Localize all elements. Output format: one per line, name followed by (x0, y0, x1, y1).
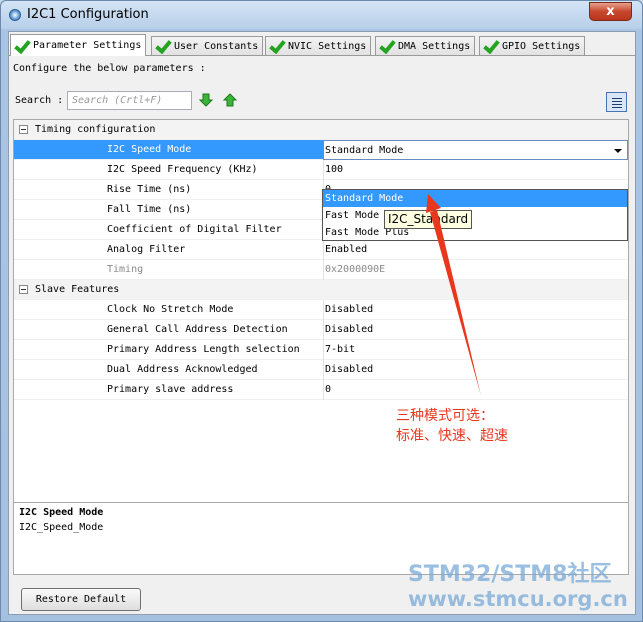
row-timing: Timing 0x2000090E (14, 260, 628, 280)
tab-user-constants[interactable]: User Constants (151, 36, 264, 55)
annotation-line-2: 标准、快速、超速 (396, 428, 508, 444)
row-value[interactable]: 7-bit (323, 340, 628, 360)
row-general-call[interactable]: General Call Address Detection Disabled (14, 320, 628, 340)
row-i2c-speed-mode[interactable]: I2C Speed Mode Standard Mode (14, 140, 628, 160)
collapse-icon[interactable] (19, 125, 28, 134)
tab-dma-settings[interactable]: DMA Settings (375, 36, 476, 55)
description-title: I2C Speed Mode (19, 507, 104, 518)
tab-label: User Constants (174, 40, 259, 52)
row-name: Dual Address Acknowledged (107, 364, 258, 375)
row-name: Primary slave address (107, 384, 234, 395)
row-name: I2C Speed Frequency (KHz) (107, 164, 258, 175)
tab-label: GPIO Settings (502, 40, 581, 52)
search-input[interactable] (67, 91, 192, 110)
row-value[interactable]: 0 (323, 380, 628, 400)
parameter-grid: Timing configuration I2C Speed Mode Stan… (13, 119, 629, 503)
search-label: Search : (15, 95, 64, 106)
speed-mode-dropdown-list: Standard Mode Fast Mode Fast Mode Plus (322, 189, 628, 241)
check-icon (379, 39, 395, 53)
config-window: I2C1 Configuration x Parameter Settings … (0, 0, 643, 622)
row-clock-no-stretch[interactable]: Clock No Stretch Mode Disabled (14, 300, 628, 320)
title-bar[interactable]: I2C1 Configuration x (1, 1, 642, 29)
row-name: Timing (107, 264, 144, 275)
select-value: Standard Mode (325, 145, 404, 156)
arrow-up-icon[interactable] (223, 93, 237, 107)
annotation-text: 三种模式可选： 标准、快速、超速 (396, 406, 508, 446)
tab-bar: Parameter Settings User Constants NVIC S… (9, 34, 635, 56)
tab-nvic-settings[interactable]: NVIC Settings (265, 36, 372, 55)
option-fast-mode[interactable]: Fast Mode (323, 207, 627, 224)
option-fast-mode-plus[interactable]: Fast Mode Plus (323, 224, 627, 241)
group-label: Timing configuration (35, 124, 156, 135)
group-timing-configuration[interactable]: Timing configuration (14, 120, 628, 140)
client-area: Parameter Settings User Constants NVIC S… (8, 31, 636, 615)
watermark-line-2: www.stmcu.org.cn (408, 587, 628, 611)
row-name: Rise Time (ns) (107, 184, 192, 195)
row-value[interactable]: 100 (323, 160, 628, 180)
list-view-icon[interactable] (606, 92, 627, 112)
row-name: Primary Address Length selection (107, 344, 300, 355)
collapse-icon[interactable] (19, 285, 28, 294)
row-dual-address[interactable]: Dual Address Acknowledged Disabled (14, 360, 628, 380)
check-icon (269, 39, 285, 53)
group-label: Slave Features (35, 284, 120, 295)
watermark: STM32/STM8社区 www.stmcu.org.cn (408, 562, 628, 612)
restore-default-button[interactable]: Restore Default (21, 588, 141, 611)
configure-text: Configure the below parameters : (13, 63, 206, 74)
tab-label: Parameter Settings (33, 40, 142, 51)
row-value[interactable]: Enabled (323, 240, 628, 260)
window-title: I2C1 Configuration (27, 7, 149, 22)
row-name: Analog Filter (107, 244, 186, 255)
row-name: I2C Speed Mode (107, 144, 192, 155)
row-value[interactable]: Disabled (323, 320, 628, 340)
close-button[interactable]: x (589, 2, 632, 21)
check-icon (14, 39, 30, 53)
description-text: I2C_Speed_Mode (19, 522, 104, 533)
tab-label: NVIC Settings (288, 40, 367, 52)
option-standard-mode[interactable]: Standard Mode (323, 190, 627, 207)
check-icon (483, 39, 499, 53)
group-slave-features[interactable]: Slave Features (14, 280, 628, 300)
row-analog-filter[interactable]: Analog Filter Enabled (14, 240, 628, 260)
row-primary-slave-address[interactable]: Primary slave address 0 (14, 380, 628, 400)
row-name: Coefficient of Digital Filter (107, 224, 282, 235)
app-gear-icon (9, 9, 21, 21)
watermark-line-1: STM32/STM8社区 (408, 562, 612, 587)
row-name: General Call Address Detection (107, 324, 288, 335)
chevron-down-icon[interactable] (614, 149, 622, 153)
tab-gpio-settings[interactable]: GPIO Settings (479, 36, 586, 55)
check-icon (155, 39, 171, 53)
tab-parameter-settings[interactable]: Parameter Settings (10, 34, 147, 56)
tooltip: I2C_Standard (384, 210, 473, 229)
row-name: Fall Time (ns) (107, 204, 192, 215)
row-value: 0x2000090E (323, 260, 628, 280)
arrow-down-icon[interactable] (199, 93, 213, 107)
row-value[interactable]: Disabled (323, 360, 628, 380)
row-value[interactable]: Disabled (323, 300, 628, 320)
row-name: Clock No Stretch Mode (107, 304, 234, 315)
annotation-line-1: 三种模式可选： (396, 408, 494, 424)
speed-mode-select[interactable]: Standard Mode (323, 140, 628, 160)
tab-label: DMA Settings (398, 40, 471, 52)
row-i2c-speed-frequency[interactable]: I2C Speed Frequency (KHz) 100 (14, 160, 628, 180)
row-address-length[interactable]: Primary Address Length selection 7-bit (14, 340, 628, 360)
